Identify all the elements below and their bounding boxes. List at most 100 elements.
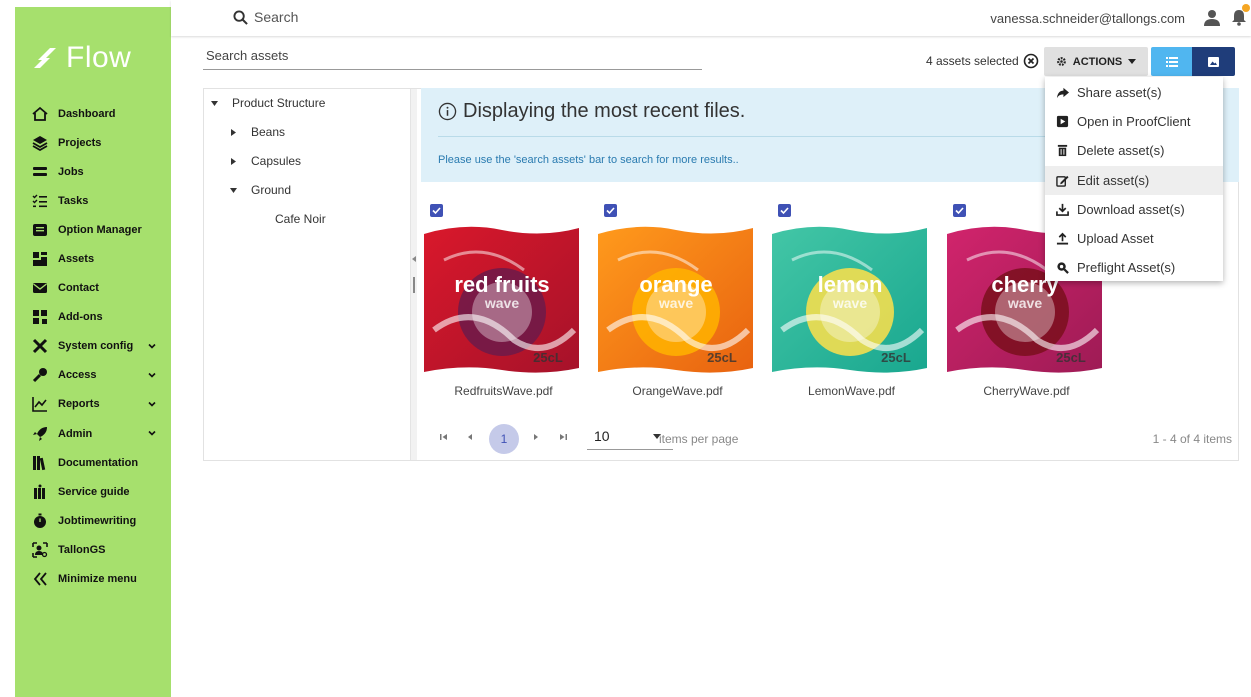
asset-filename[interactable]: RedfruitsWave.pdf	[421, 384, 586, 398]
top-bar: Search vanessa.schneider@tallongs.com	[171, 0, 1251, 36]
sidebar-item-tallongs[interactable]: TallonGS	[15, 535, 171, 564]
first-page-icon[interactable]	[439, 432, 449, 442]
double-chevron-left-icon	[33, 572, 47, 586]
sidebar-item-contact[interactable]: Contact	[15, 274, 171, 303]
tree-node-label: Cafe Noir	[275, 212, 326, 226]
tree-node-cafe-noir[interactable]: Cafe Noir	[275, 212, 326, 226]
sidebar-item-reports[interactable]: Reports	[15, 390, 171, 419]
chart-icon	[32, 397, 47, 413]
addons-icon	[33, 310, 47, 325]
asset-checkbox[interactable]	[953, 204, 966, 217]
asset-thumbnail[interactable]: red fruitswave 25cL	[424, 220, 579, 376]
tree-node-label: Beans	[251, 125, 286, 139]
thumbnail-view-button[interactable]	[1192, 47, 1235, 76]
tree-node-capsules[interactable]: Capsules	[230, 154, 301, 168]
preflight-icon	[1057, 262, 1069, 275]
trash-icon	[1057, 145, 1068, 157]
tools-icon	[32, 339, 48, 354]
selection-info: 4 assets selected	[926, 53, 1039, 69]
menu-item-download-asset-s[interactable]: Download asset(s)	[1045, 195, 1223, 224]
sidebar-item-system-config[interactable]: System config	[15, 332, 171, 361]
page-size-value: 10	[594, 428, 610, 444]
check-icon	[432, 207, 441, 215]
chevron-down-icon	[148, 343, 156, 349]
actions-label: ACTIONS	[1072, 55, 1123, 68]
chevron-down-icon	[148, 401, 156, 407]
upload-icon	[1056, 232, 1069, 245]
menu-item-upload-asset[interactable]: Upload Asset	[1045, 224, 1223, 253]
asset-filename[interactable]: CherryWave.pdf	[944, 384, 1109, 398]
mail-icon	[33, 283, 47, 294]
sidebar-item-option-manager[interactable]: Option Manager	[15, 215, 171, 244]
pager-info: 1 - 4 of 4 items	[1152, 432, 1232, 446]
sidebar-item-dashboard[interactable]: Dashboard	[15, 99, 171, 128]
sidebar-item-label: Contact	[58, 282, 99, 295]
asset-size-text: 25cL	[881, 350, 911, 365]
tree-node-beans[interactable]: Beans	[230, 125, 285, 139]
last-page-icon[interactable]	[558, 432, 568, 442]
current-page-button[interactable]: 1	[489, 424, 519, 454]
asset-card[interactable]: lemon wave 25cL LemonWave.pdf	[769, 200, 929, 400]
prev-page-icon[interactable]	[465, 432, 475, 442]
chevron-down-icon	[148, 430, 156, 436]
sidebar-item-admin[interactable]: Admin	[15, 419, 171, 448]
menu-item-open-in-proofclient[interactable]: Open in ProofClient	[1045, 107, 1223, 136]
asset-checkbox[interactable]	[430, 204, 443, 217]
sidebar-item-projects[interactable]: Projects	[15, 128, 171, 157]
menu-item-delete-asset-s[interactable]: Delete asset(s)	[1045, 136, 1223, 165]
sidebar-item-add-ons[interactable]: Add-ons	[15, 303, 171, 332]
sidebar-item-tasks[interactable]: Tasks	[15, 186, 171, 215]
sidebar: Flow Dashboard Projects Jobs Tasks Option Ma…	[15, 7, 171, 697]
actions-button[interactable]: ACTIONS	[1044, 47, 1148, 76]
sidebar-item-minimize-menu[interactable]: Minimize menu	[15, 565, 171, 594]
asset-checkbox[interactable]	[604, 204, 617, 217]
list-view-icon	[1165, 56, 1178, 67]
caret-down-icon	[230, 187, 237, 193]
next-page-icon[interactable]	[531, 432, 541, 442]
menu-item-share-asset-s[interactable]: Share asset(s)	[1045, 78, 1223, 107]
stopwatch-icon	[34, 513, 46, 528]
actions-menu: Share asset(s) Open in ProofClient Delete …	[1045, 77, 1223, 281]
list-icon	[33, 166, 47, 176]
user-email[interactable]: vanessa.schneider@tallongs.com	[990, 11, 1185, 26]
asset-thumbnail[interactable]: lemonwave 25cL	[772, 220, 927, 376]
asset-size-text: 25cL	[1056, 350, 1086, 365]
tree-node-ground[interactable]: Ground	[230, 183, 291, 197]
asset-checkbox[interactable]	[778, 204, 791, 217]
sidebar-item-assets[interactable]: Assets	[15, 244, 171, 273]
sidebar-item-jobtimewriting[interactable]: Jobtimewriting	[15, 506, 171, 535]
sidebar-item-service-guide[interactable]: Service guide	[15, 477, 171, 506]
page-size-label: items per page	[659, 432, 739, 446]
sidebar-item-label: Option Manager	[58, 223, 142, 236]
asset-filename[interactable]: OrangeWave.pdf	[595, 384, 760, 398]
asset-filename[interactable]: LemonWave.pdf	[769, 384, 934, 398]
tree-node-root[interactable]: Product Structure	[211, 96, 325, 110]
asset-size-text: 25cL	[533, 350, 563, 365]
splitter-handle[interactable]	[413, 277, 415, 293]
menu-item-preflight-asset-s[interactable]: Preflight Asset(s)	[1045, 253, 1223, 282]
sidebar-item-documentation[interactable]: Documentation	[15, 448, 171, 477]
list-view-button[interactable]	[1151, 47, 1192, 76]
asset-card[interactable]: orange wave 25cL OrangeWave.pdf	[595, 200, 755, 400]
clear-selection-icon[interactable]	[1023, 53, 1039, 69]
chevron-down-icon	[148, 372, 156, 378]
menu-item-edit-asset-s[interactable]: Edit asset(s)	[1045, 165, 1223, 195]
flow-logo-icon	[34, 48, 56, 68]
tree-node-label: Capsules	[251, 154, 302, 168]
info-title: Displaying the most recent files.	[463, 100, 746, 122]
panel-splitter[interactable]	[411, 89, 417, 460]
option-icon	[33, 223, 47, 236]
menu-item-label: Preflight Asset(s)	[1077, 260, 1176, 276]
asset-search-input[interactable]: Search assets	[203, 44, 702, 70]
asset-card[interactable]: red fruits wave 25cL RedfruitsWave.pdf	[421, 200, 581, 400]
user-icon[interactable]	[1203, 9, 1221, 27]
asset-thumbnail[interactable]: orangewave 25cL	[598, 220, 753, 376]
gear-icon	[1056, 57, 1066, 66]
global-search[interactable]: Search	[233, 9, 298, 25]
asset-wave-text: wave	[484, 295, 519, 311]
global-search-label: Search	[254, 9, 299, 25]
sidebar-item-jobs[interactable]: Jobs	[15, 157, 171, 186]
sidebar-item-access[interactable]: Access	[15, 361, 171, 390]
proofclient-icon	[1056, 116, 1069, 128]
app-logo[interactable]: Flow	[34, 43, 131, 73]
